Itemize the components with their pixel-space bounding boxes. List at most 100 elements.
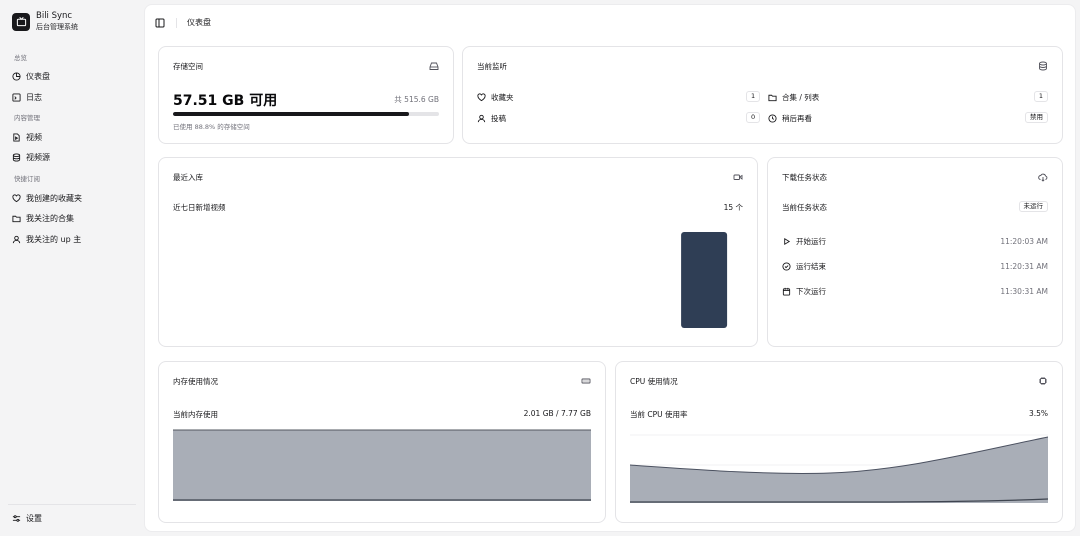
task-label: 运行结束 [796, 261, 826, 271]
sidebar-item-label: 仪表盘 [26, 71, 50, 81]
group-label-overview: 总览 [14, 54, 27, 62]
recent-title: 最近入库 [173, 173, 203, 182]
storage-card: 存储空间 57.51 GB 可用 共 515.6 GB 已使用 88.8% 的存… [158, 46, 454, 144]
recent-card: 最近入库 近七日新增视频 15 个 [158, 157, 758, 347]
cpu-card: CPU 使用情况 当前 CPU 使用率 3.5% [615, 361, 1063, 523]
download-status-badge: 未运行 [1018, 201, 1048, 212]
database-icon [12, 152, 21, 162]
monitor-label: 稍后再看 [782, 114, 812, 123]
storage-available: 57.51 GB 可用 [173, 93, 278, 109]
sidebar-divider [8, 504, 136, 505]
calendar-icon [782, 287, 791, 296]
cloud-download-icon [1038, 172, 1048, 182]
recent-label: 近七日新增视频 [173, 203, 226, 212]
group-label-quick-subscribe: 快捷订阅 [14, 175, 40, 183]
recent-value: 15 个 [723, 203, 743, 212]
memory-value: 2.01 GB / 7.77 GB [523, 409, 591, 418]
sidebar-item-dashboard[interactable]: 仪表盘 [12, 68, 136, 84]
user-icon [12, 235, 21, 243]
clock-icon [768, 114, 777, 123]
cpu-area-chart [630, 434, 1048, 503]
storage-title: 存储空间 [173, 62, 203, 71]
folder-icon [12, 215, 21, 222]
monitor-label: 投稿 [491, 114, 506, 123]
memory-area [173, 430, 591, 501]
sidebar-item-my-favorites[interactable]: 我创建的收藏夹 [12, 190, 136, 206]
monitor-count-badge: 0 [746, 112, 761, 123]
memory-area-chart [173, 425, 591, 501]
task-time: 11:20:03 AM [1000, 236, 1048, 246]
cpu-icon [1038, 376, 1048, 386]
tv-logo-icon [12, 12, 30, 31]
download-title: 下载任务状态 [782, 173, 827, 182]
monitoring-title: 当前监听 [477, 62, 507, 71]
brand[interactable]: Bili Sync 后台管理系统 [12, 11, 78, 32]
storage-used-text: 已使用 88.8% 的存储空间 [173, 123, 250, 131]
monitor-collections: 合集 / 列表 [768, 92, 819, 103]
sliders-icon [12, 514, 21, 522]
hard-drive-icon [429, 61, 439, 71]
sidebar-toggle-icon[interactable] [155, 18, 165, 28]
monitor-favorites: 收藏夹 [477, 92, 514, 103]
task-row-end: 运行结束 11:20:31 AM [782, 260, 1048, 272]
storage-progress-fill [173, 112, 410, 116]
memory-card: 内存使用情况 当前内存使用 2.01 GB / 7.77 GB [158, 361, 606, 523]
sidebar-item-followed-uploaders[interactable]: 我关注的 up 主 [12, 231, 136, 247]
sidebar-item-label: 设置 [26, 513, 42, 523]
monitor-label: 收藏夹 [491, 93, 514, 102]
recent-bar [681, 232, 728, 328]
storage-progress-bar [173, 112, 439, 116]
task-label: 开始运行 [796, 236, 826, 246]
database-icon [1038, 61, 1048, 71]
monitor-status-badge: 禁用 [1025, 112, 1048, 123]
video-camera-icon [733, 172, 743, 182]
sidebar-item-label: 日志 [26, 92, 42, 102]
task-time: 11:20:31 AM [1000, 261, 1048, 271]
task-row-start: 开始运行 11:20:03 AM [782, 235, 1048, 247]
heart-icon [477, 93, 486, 102]
cpu-title: CPU 使用情况 [630, 377, 678, 386]
monitor-count-badge: 1 [746, 91, 761, 102]
sidebar-item-label: 视频 [26, 132, 42, 142]
breadcrumb: 仪表盘 [187, 18, 211, 27]
heart-icon [12, 193, 21, 202]
memory-title: 内存使用情况 [173, 377, 218, 386]
main-panel: 仪表盘 存储空间 57.51 GB 可用 共 515.6 GB 已使用 88.8… [144, 4, 1076, 532]
download-status-label: 当前任务状态 [782, 203, 827, 212]
sidebar-item-followed-collections[interactable]: 我关注的合集 [12, 210, 136, 226]
topbar-separator [176, 17, 177, 28]
folder-icon [768, 94, 777, 102]
task-time: 11:30:31 AM [1000, 286, 1048, 296]
monitor-count-badge: 1 [1033, 91, 1048, 102]
topbar: 仪表盘 [155, 17, 211, 28]
pie-chart-icon [12, 71, 21, 81]
download-card: 下载任务状态 当前任务状态 未运行 开始运行 11:20:03 AM 运行结束 … [767, 157, 1063, 347]
memory-chip-icon [581, 376, 591, 386]
sidebar-item-logs[interactable]: 日志 [12, 89, 136, 105]
user-icon [477, 114, 486, 123]
sidebar-item-label: 视频源 [26, 152, 50, 162]
sidebar-item-settings[interactable]: 设置 [12, 510, 136, 526]
sidebar-item-videos[interactable]: 视频 [12, 129, 136, 145]
monitor-submissions: 投稿 [477, 113, 506, 124]
group-label-content: 内容管理 [14, 114, 40, 122]
check-circle-icon [782, 261, 791, 271]
recent-bar-chart [681, 232, 728, 328]
sidebar-item-label: 我关注的合集 [26, 213, 74, 223]
play-icon [784, 237, 791, 245]
file-video-icon [13, 132, 20, 142]
memory-label: 当前内存使用 [173, 410, 218, 419]
brand-subtitle: 后台管理系统 [36, 23, 78, 31]
sidebar-item-label: 我关注的 up 主 [26, 234, 82, 244]
brand-name: Bili Sync [36, 11, 73, 21]
cpu-label: 当前 CPU 使用率 [630, 410, 688, 419]
sidebar-item-label: 我创建的收藏夹 [26, 193, 82, 203]
monitoring-card: 当前监听 收藏夹 1 合集 / 列表 1 投稿 0 稍后再看 禁用 [462, 46, 1063, 144]
cpu-value: 3.5% [1028, 409, 1048, 418]
monitor-label: 合集 / 列表 [782, 93, 820, 102]
sidebar: Bili Sync 后台管理系统 总览 仪表盘 日志 内容管理 视频 视频源 快… [0, 0, 144, 536]
terminal-icon [12, 92, 21, 102]
sidebar-item-video-sources[interactable]: 视频源 [12, 149, 136, 165]
storage-total: 共 515.6 GB [394, 95, 439, 104]
task-row-next: 下次运行 11:30:31 AM [782, 285, 1048, 297]
